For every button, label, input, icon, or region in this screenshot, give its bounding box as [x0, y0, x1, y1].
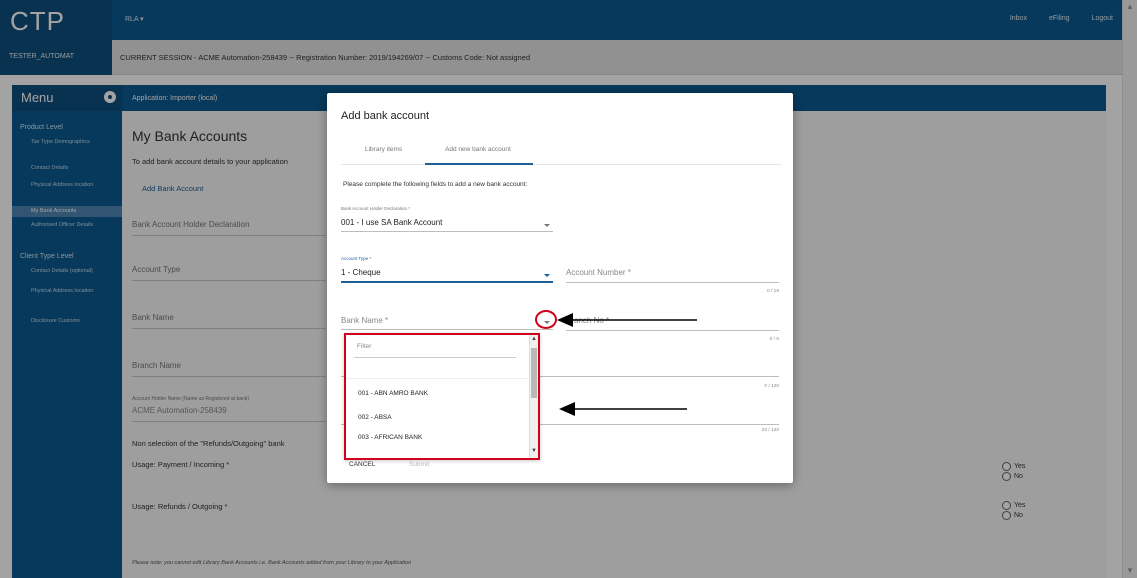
bank-name-dropdown: Filter 001 - ABN AMRO BANK 002 - ABSA 00…: [344, 333, 540, 460]
option-separator: [346, 378, 530, 379]
dialog-instruction: Please complete the following fields to …: [343, 181, 528, 188]
branch-no-counter: 0 / 6: [769, 337, 779, 342]
declaration-select[interactable]: 001 - I use SA Bank Account: [341, 218, 442, 227]
scroll-up-icon[interactable]: ▲: [531, 336, 537, 342]
scroll-down-icon[interactable]: ▼: [531, 448, 537, 454]
cancel-button[interactable]: CANCEL: [349, 461, 375, 468]
dropdown-scrollbar[interactable]: ▲ ▼: [529, 335, 538, 458]
declaration-select-underline: [341, 231, 553, 232]
bank-option[interactable]: 002 - ABSA: [358, 414, 392, 421]
bank-option[interactable]: 003 - AFRICAN BANK: [358, 434, 422, 441]
scrollbar-thumb[interactable]: [531, 348, 537, 398]
declaration-field-label: Bank Account Holder Declaration *: [341, 206, 411, 211]
filter-underline: [354, 357, 516, 358]
account-type-field-label: Account Type *: [341, 256, 372, 261]
filter-input[interactable]: Filter: [357, 343, 371, 350]
bank-name-select-underline: [341, 329, 553, 330]
bank-name-select[interactable]: Bank Name *: [341, 316, 388, 325]
dialog-title: Add bank account: [341, 110, 430, 122]
chevron-down-icon[interactable]: [544, 274, 550, 277]
tab-add-new-bank-account[interactable]: Add new bank account: [445, 146, 511, 153]
tab-library-items[interactable]: Library items: [365, 146, 402, 153]
bank-option[interactable]: 001 - ABN AMRO BANK: [358, 390, 428, 397]
highlight-circle: [535, 310, 557, 329]
field-counter: 0 / 120: [764, 384, 779, 389]
branch-no-underline: [566, 330, 779, 331]
account-number-counter: 0 / 18: [766, 289, 779, 294]
submit-button[interactable]: Submit: [409, 461, 429, 468]
holder-name-counter: 22 / 120: [761, 428, 779, 433]
account-number-input[interactable]: Account Number *: [566, 268, 631, 277]
account-type-select[interactable]: 1 - Cheque: [341, 268, 381, 277]
tab-divider: [341, 164, 781, 165]
arrow-left-icon: [557, 313, 697, 327]
chevron-down-icon[interactable]: [544, 224, 550, 227]
account-type-select-underline: [341, 281, 553, 283]
arrow-left-icon: [559, 402, 687, 416]
account-number-underline: [566, 282, 779, 283]
active-tab-indicator: [425, 163, 533, 165]
